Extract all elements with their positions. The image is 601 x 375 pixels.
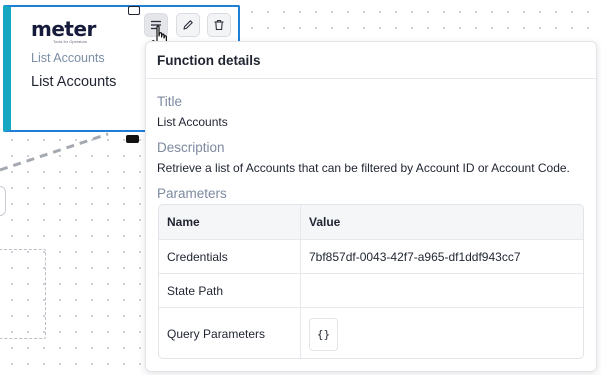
popover-title: Function details [157, 52, 261, 68]
popover-header: Function details [146, 42, 596, 79]
logo-tagline: Tools for Operators [53, 39, 88, 44]
node-input-handle[interactable] [128, 6, 140, 15]
node-output-handle[interactable] [126, 135, 139, 143]
description-label: Description [157, 140, 225, 155]
title-value: List Accounts [157, 115, 228, 129]
trash-icon [214, 19, 224, 31]
column-header-name: Name [159, 205, 301, 239]
table-row: Credentials 7bf857df-0043-42f7-a965-df1d… [159, 240, 583, 274]
param-name: Credentials [159, 240, 301, 273]
canvas-dropzone[interactable] [0, 249, 46, 339]
meter-logo: meter Tools for Operators [31, 17, 96, 49]
table-row: Query Parameters {} [159, 308, 583, 358]
pencil-icon [183, 20, 193, 30]
parameters-table: Name Value Credentials 7bf857df-0043-42f… [158, 204, 584, 359]
node-subtitle: List Accounts [31, 51, 105, 65]
table-row: State Path [159, 274, 583, 308]
parameters-label: Parameters [157, 186, 227, 201]
param-value-cell: {} [301, 308, 583, 358]
param-value [301, 274, 583, 307]
canvas-node-partial[interactable] [0, 186, 6, 216]
node-title: List Accounts [31, 74, 117, 90]
table-header-row: Name Value [159, 205, 583, 240]
param-value: 7bf857df-0043-42f7-a965-df1ddf943cc7 [309, 249, 521, 264]
query-parameters-json-button[interactable]: {} [309, 317, 338, 351]
param-name: State Path [159, 274, 301, 307]
title-label: Title [157, 94, 183, 109]
description-value: Retrieve a list of Accounts that can be … [157, 161, 570, 175]
logo-wordmark: meter [31, 17, 96, 41]
delete-button[interactable] [207, 13, 231, 37]
function-details-popover: Function details Title List Accounts Des… [145, 41, 597, 372]
param-name: Query Parameters [159, 308, 301, 358]
edit-button[interactable] [176, 13, 200, 37]
column-header-value: Value [309, 215, 341, 229]
